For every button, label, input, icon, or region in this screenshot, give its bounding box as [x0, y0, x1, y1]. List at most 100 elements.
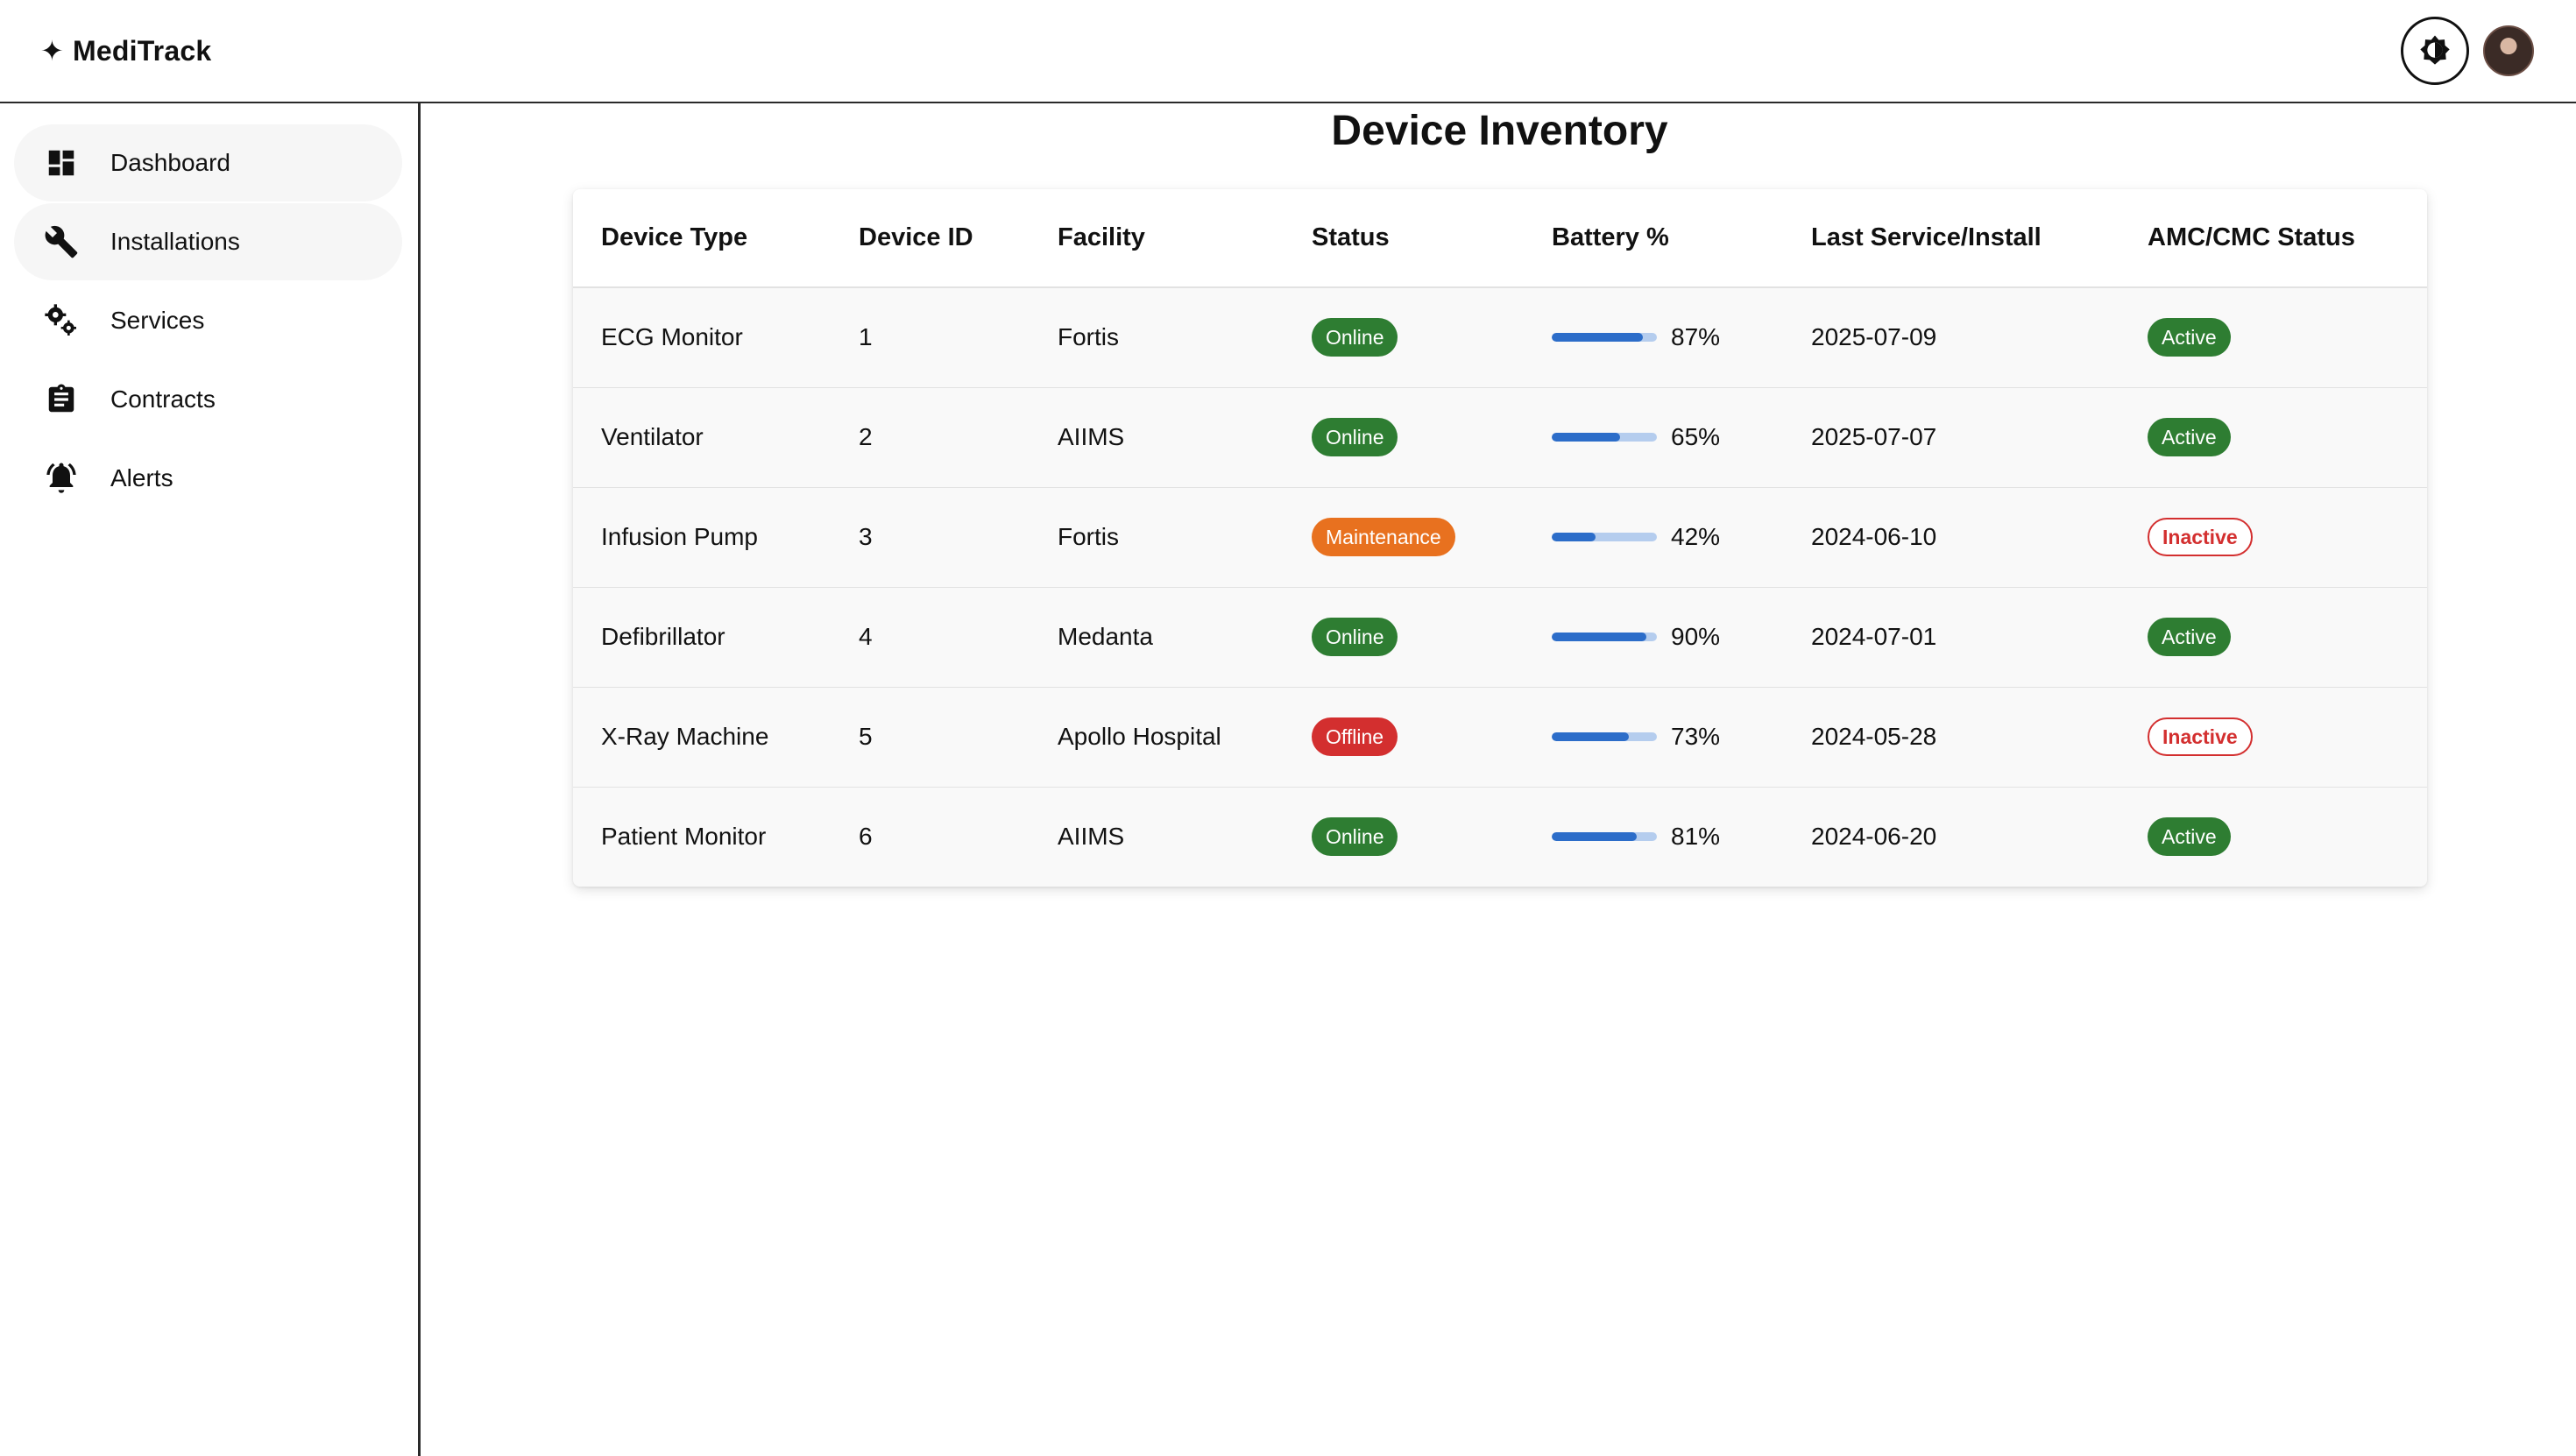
sidebar-item-label: Services — [110, 307, 205, 334]
battery-indicator: 73% — [1552, 723, 1783, 751]
theme-toggle-button[interactable] — [2401, 17, 2469, 85]
brand[interactable]: ✦ MediTrack — [40, 34, 211, 67]
amc-status-cell: Active — [2120, 387, 2427, 488]
amc-status-badge: Active — [2148, 418, 2231, 456]
device-type-cell: Defibrillator — [573, 587, 831, 688]
column-header[interactable]: AMC/CMC Status — [2120, 189, 2427, 288]
device-type-cell: Ventilator — [573, 387, 831, 488]
sidebar-item-label: Contracts — [110, 385, 216, 413]
device-id-cell: 6 — [831, 787, 1030, 887]
table-body: ECG Monitor 1 Fortis Online 87% 2025-07-09 Act… — [573, 287, 2427, 887]
sidebar: Dashboard Installations Services Contrac… — [0, 103, 421, 1456]
column-header[interactable]: Battery % — [1524, 189, 1783, 288]
battery-cell: 87% — [1524, 287, 1783, 388]
amc-status-cell: Active — [2120, 287, 2427, 388]
amc-status-cell: Inactive — [2120, 487, 2427, 588]
device-type-cell: Patient Monitor — [573, 787, 831, 887]
sidebar-item-label: Alerts — [110, 464, 173, 491]
amc-status-badge: Active — [2148, 618, 2231, 656]
brand-name: MediTrack — [73, 34, 212, 67]
main-content: Device Inventory Device Type Device ID F… — [423, 103, 2576, 1456]
last-service-cell: 2024-06-20 — [1783, 787, 2120, 887]
device-type-cell: Infusion Pump — [573, 487, 831, 588]
battery-indicator: 87% — [1552, 323, 1783, 351]
table-header-row: Device Type Device ID Facility Status Ba… — [573, 189, 2427, 288]
facility-cell: AIIMS — [1030, 387, 1284, 488]
battery-percent: 87% — [1671, 323, 1721, 351]
battery-percent: 73% — [1671, 723, 1721, 750]
battery-indicator: 42% — [1552, 523, 1783, 551]
last-service-cell: 2025-07-09 — [1783, 287, 2120, 388]
battery-bar-fill — [1552, 832, 1638, 842]
battery-indicator: 90% — [1552, 623, 1783, 651]
status-cell: Maintenance — [1284, 487, 1524, 588]
dashboard-icon — [44, 145, 79, 180]
battery-bar — [1552, 633, 1657, 641]
clipboard-icon — [44, 382, 79, 417]
column-header[interactable]: Device Type — [573, 189, 831, 288]
top-actions — [2401, 17, 2534, 85]
battery-cell: 90% — [1524, 587, 1783, 688]
status-cell: Online — [1284, 787, 1524, 887]
sidebar-item-contracts[interactable]: Contracts — [14, 361, 402, 438]
status-badge: Online — [1312, 418, 1398, 456]
status-badge: Online — [1312, 618, 1398, 656]
status-cell: Online — [1284, 387, 1524, 488]
battery-percent: 42% — [1671, 523, 1721, 550]
sidebar-item-services[interactable]: Services — [14, 282, 402, 359]
battery-cell: 81% — [1524, 787, 1783, 887]
device-id-cell: 4 — [831, 587, 1030, 688]
amc-status-badge: Inactive — [2148, 518, 2253, 556]
battery-percent: 81% — [1671, 823, 1721, 851]
status-cell: Offline — [1284, 687, 1524, 788]
battery-bar — [1552, 832, 1657, 842]
column-header[interactable]: Status — [1284, 189, 1524, 288]
device-id-cell: 5 — [831, 687, 1030, 788]
sidebar-item-dashboard[interactable]: Dashboard — [14, 124, 402, 201]
brand-star-icon: ✦ — [40, 35, 65, 67]
column-header[interactable]: Facility — [1030, 189, 1284, 288]
last-service-cell: 2024-05-28 — [1783, 687, 2120, 788]
facility-cell: Fortis — [1030, 287, 1284, 388]
page-title: Device Inventory — [1331, 108, 1668, 154]
status-cell: Online — [1284, 587, 1524, 688]
avatar[interactable] — [2483, 25, 2534, 76]
facility-cell: AIIMS — [1030, 787, 1284, 887]
device-inventory-table: Device Type Device ID Facility Status Ba… — [573, 189, 2427, 887]
battery-indicator: 81% — [1552, 823, 1783, 851]
status-badge: Online — [1312, 817, 1398, 857]
amc-status-cell: Active — [2120, 787, 2427, 887]
bell-icon — [44, 461, 79, 496]
battery-cell: 73% — [1524, 687, 1783, 788]
amc-status-cell: Inactive — [2120, 687, 2427, 788]
sidebar-item-alerts[interactable]: Alerts — [14, 440, 402, 517]
sidebar-item-installations[interactable]: Installations — [14, 203, 402, 280]
table-row[interactable]: Defibrillator 4 Medanta Online 90% 2024-07-01… — [573, 587, 2427, 688]
table-row[interactable]: Ventilator 2 AIIMS Online 65% 2025-07-07 Activ… — [573, 387, 2427, 488]
battery-bar — [1552, 433, 1657, 442]
table-row[interactable]: Infusion Pump 3 Fortis Maintenance 42% 2024-0… — [573, 487, 2427, 588]
amc-status-cell: Active — [2120, 587, 2427, 688]
device-id-cell: 1 — [831, 287, 1030, 388]
last-service-cell: 2024-07-01 — [1783, 587, 2120, 688]
last-service-cell: 2025-07-07 — [1783, 387, 2120, 488]
status-badge: Offline — [1312, 717, 1398, 756]
sidebar-item-label: Dashboard — [110, 149, 230, 176]
battery-bar-fill — [1552, 333, 1644, 343]
status-cell: Online — [1284, 287, 1524, 388]
table-row[interactable]: ECG Monitor 1 Fortis Online 87% 2025-07-09 Act… — [573, 287, 2427, 388]
amc-status-badge: Inactive — [2148, 717, 2253, 756]
battery-indicator: 65% — [1552, 423, 1783, 451]
amc-status-badge: Active — [2148, 318, 2231, 357]
amc-status-badge: Active — [2148, 817, 2231, 857]
last-service-cell: 2024-06-10 — [1783, 487, 2120, 588]
status-badge: Maintenance — [1312, 518, 1455, 556]
status-badge: Online — [1312, 318, 1398, 357]
column-header[interactable]: Last Service/Install — [1783, 189, 2120, 288]
table-row[interactable]: X-Ray Machine 5 Apollo Hospital Offline 73% 2… — [573, 687, 2427, 788]
column-header[interactable]: Device ID — [831, 189, 1030, 288]
device-id-cell: 2 — [831, 387, 1030, 488]
table-row[interactable]: Patient Monitor 6 AIIMS Online 81% 2024-06-20… — [573, 787, 2427, 887]
battery-cell: 42% — [1524, 487, 1783, 588]
gears-icon — [44, 303, 79, 338]
